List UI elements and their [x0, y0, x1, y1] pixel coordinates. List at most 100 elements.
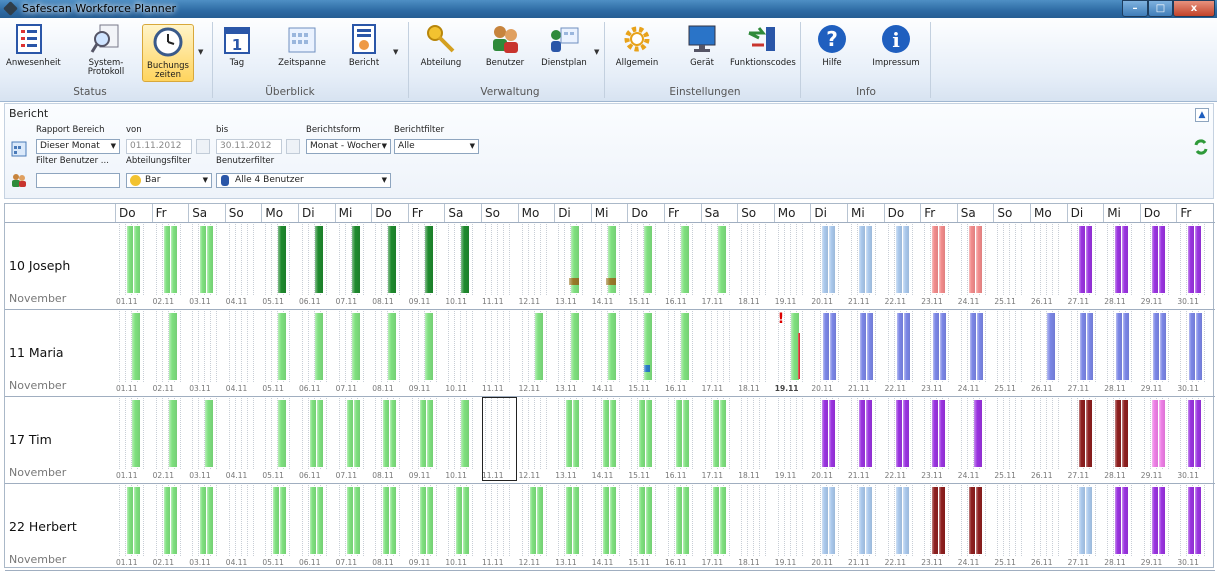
- attendance-bar[interactable]: [566, 487, 573, 554]
- attendance-bar[interactable]: [683, 487, 689, 554]
- attendance-bar[interactable]: [1079, 313, 1086, 380]
- attendance-bar[interactable]: [607, 313, 616, 380]
- rapport-bereich-select[interactable]: Dieser Monat ▼: [36, 139, 120, 154]
- attendance-bar[interactable]: [939, 487, 946, 554]
- attendance-bar[interactable]: [127, 226, 133, 293]
- attendance-bar[interactable]: [351, 313, 360, 380]
- berichtfilter-select[interactable]: Alle ▼: [394, 139, 479, 154]
- attendance-bar[interactable]: [1078, 400, 1085, 467]
- attendance-bar[interactable]: [536, 487, 543, 554]
- attendance-bar[interactable]: [859, 400, 865, 467]
- day-header[interactable]: Do: [627, 204, 664, 222]
- attendance-bar[interactable]: [317, 487, 323, 554]
- attendance-bar[interactable]: [1123, 313, 1130, 380]
- chevron-down-icon[interactable]: ▼: [198, 48, 203, 56]
- attendance-bar[interactable]: [823, 313, 830, 380]
- attendance-bar[interactable]: [1151, 487, 1158, 554]
- attendance-bar[interactable]: [939, 226, 946, 293]
- attendance-bar[interactable]: [932, 487, 939, 554]
- benutzer-button[interactable]: Benutzer: [480, 21, 530, 87]
- day-header[interactable]: Mo: [517, 204, 555, 222]
- day-header[interactable]: Do: [371, 204, 408, 222]
- attendance-bar[interactable]: [683, 400, 689, 467]
- day-header[interactable]: Sa: [956, 204, 994, 222]
- day-header[interactable]: Mo: [261, 204, 298, 222]
- abteilung-button[interactable]: Abteilung: [416, 21, 466, 87]
- chevron-down-icon[interactable]: ▼: [393, 48, 398, 56]
- attendance-bar[interactable]: [1188, 226, 1195, 293]
- day-header[interactable]: So: [993, 204, 1030, 222]
- attendance-bar[interactable]: [383, 487, 390, 554]
- attendance-bar[interactable]: [866, 487, 872, 554]
- attendance-bar[interactable]: [426, 487, 433, 554]
- attendance-bar[interactable]: [976, 313, 983, 380]
- attendance-bar[interactable]: [1188, 487, 1195, 554]
- dienstplan-button[interactable]: Dienstplan: [538, 21, 590, 87]
- tag-button[interactable]: 1 Tag: [220, 21, 254, 87]
- collapse-up-icon[interactable]: ▲: [1195, 108, 1209, 122]
- attendance-bar[interactable]: [1151, 226, 1158, 293]
- attendance-bar[interactable]: [1085, 400, 1092, 467]
- attendance-bar[interactable]: [1047, 313, 1055, 380]
- attendance-bar[interactable]: [1122, 226, 1129, 293]
- attendance-bar[interactable]: [132, 400, 140, 467]
- attendance-bar[interactable]: [822, 400, 829, 467]
- attendance-bar[interactable]: [829, 226, 836, 293]
- day-header[interactable]: Mi: [1103, 204, 1140, 222]
- attendance-bar[interactable]: [860, 313, 866, 380]
- day-header[interactable]: Do: [883, 204, 921, 222]
- day-header[interactable]: Sa: [188, 204, 225, 222]
- attendance-bar[interactable]: [895, 400, 902, 467]
- attendance-bar[interactable]: [644, 226, 653, 293]
- attendance-bar[interactable]: [529, 487, 536, 554]
- attendance-bar[interactable]: [134, 226, 140, 293]
- benutzerfilter-select[interactable]: Alle 4 Benutzer ▼: [216, 173, 391, 188]
- employee-name[interactable]: 10 Joseph: [9, 258, 70, 273]
- berichtsform-select[interactable]: Monat - Wocher ▼: [306, 139, 391, 154]
- day-header[interactable]: Mo: [773, 204, 811, 222]
- attendance-bar[interactable]: [346, 400, 353, 467]
- attendance-bar[interactable]: [1152, 313, 1159, 380]
- attendance-bar[interactable]: [278, 313, 287, 380]
- attendance-bar[interactable]: [859, 487, 865, 554]
- attendance-bar[interactable]: [609, 487, 616, 554]
- attendance-bar[interactable]: [388, 313, 397, 380]
- attendance-bar[interactable]: [719, 487, 726, 554]
- filter-benutzer-input[interactable]: [36, 173, 120, 188]
- attendance-bar[interactable]: [639, 400, 646, 467]
- hilfe-button[interactable]: ? Hilfe: [812, 21, 852, 87]
- attendance-bar[interactable]: [602, 487, 609, 554]
- attendance-bar[interactable]: [902, 400, 909, 467]
- attendance-bar[interactable]: [1122, 487, 1129, 554]
- attendance-bar[interactable]: [895, 226, 902, 293]
- attendance-bar[interactable]: [353, 487, 360, 554]
- attendance-bar[interactable]: [1188, 400, 1195, 467]
- attendance-bar[interactable]: [388, 226, 397, 293]
- attendance-bar[interactable]: [903, 313, 910, 380]
- attendance-bar[interactable]: [717, 226, 726, 293]
- attendance-bar[interactable]: [200, 226, 207, 293]
- attendance-bar[interactable]: [822, 487, 829, 554]
- attendance-bar[interactable]: [419, 487, 426, 554]
- attendance-bar[interactable]: [932, 400, 939, 467]
- attendance-bar[interactable]: [273, 487, 280, 554]
- day-header[interactable]: Do: [115, 204, 152, 222]
- attendance-bar[interactable]: [1085, 226, 1092, 293]
- attendance-bar[interactable]: [315, 313, 323, 380]
- refresh-icon[interactable]: [1193, 138, 1209, 156]
- attendance-bar[interactable]: [940, 313, 947, 380]
- buchungszeiten-button[interactable]: Buchungs zeiten: [142, 24, 194, 82]
- employee-name[interactable]: 11 Maria: [9, 345, 64, 360]
- day-header[interactable]: Mo: [1030, 204, 1067, 222]
- attendance-bar[interactable]: [822, 226, 829, 293]
- employee-name[interactable]: 22 Herbert: [9, 519, 77, 534]
- day-header[interactable]: Fr: [407, 204, 445, 222]
- abteilungsfilter-select[interactable]: Bar ▼: [126, 173, 212, 188]
- attendance-bar[interactable]: [975, 487, 982, 554]
- attendance-bar[interactable]: [424, 313, 433, 380]
- day-header[interactable]: Mi: [847, 204, 884, 222]
- von-calendar-button[interactable]: [196, 139, 210, 154]
- day-header[interactable]: So: [737, 204, 774, 222]
- selected-cell[interactable]: [482, 397, 517, 481]
- day-header[interactable]: Mi: [334, 204, 372, 222]
